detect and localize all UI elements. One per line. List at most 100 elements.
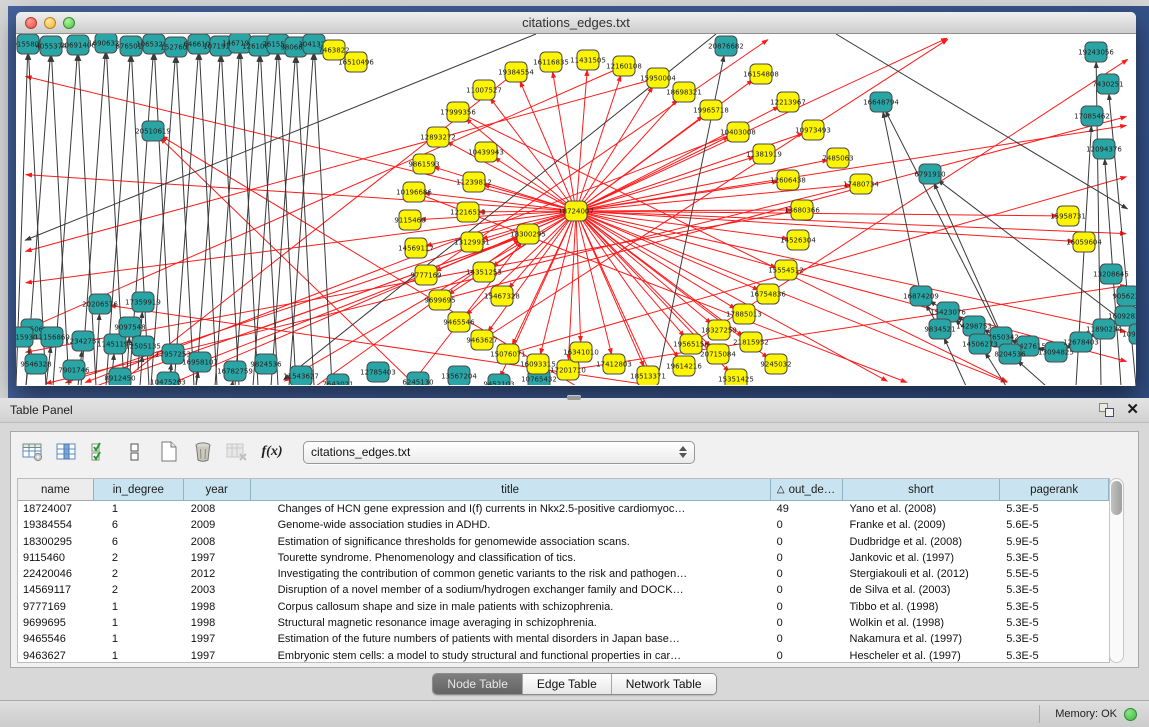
- graph-node[interactable]: [89, 294, 111, 314]
- table-row[interactable]: 1938455462009Genome-wide association stu…: [18, 517, 1109, 533]
- graph-node[interactable]: [95, 34, 117, 53]
- graph-node[interactable]: [1045, 342, 1067, 362]
- window-titlebar[interactable]: citations_edges.txt: [16, 12, 1136, 34]
- table-row[interactable]: 1872400712008Changes of HCN gene express…: [18, 501, 1109, 517]
- graph-node[interactable]: [565, 201, 587, 221]
- graph-node[interactable]: [229, 34, 251, 53]
- graph-edge[interactable]: [253, 54, 277, 385]
- graph-node[interactable]: [413, 154, 435, 174]
- graph-node[interactable]: [517, 224, 539, 244]
- graph-node[interactable]: [680, 334, 702, 354]
- graph-node[interactable]: [1129, 324, 1136, 344]
- graph-node[interactable]: [447, 102, 469, 122]
- graph-edge[interactable]: [576, 211, 711, 347]
- graph-node[interactable]: [415, 265, 437, 285]
- graph-edge[interactable]: [576, 75, 621, 211]
- graph-node[interactable]: [17, 34, 39, 54]
- graph-edge[interactable]: [576, 211, 1126, 332]
- graph-node[interactable]: [777, 92, 799, 112]
- graph-edge[interactable]: [576, 211, 768, 358]
- graph-node[interactable]: [791, 200, 813, 220]
- graph-node[interactable]: [327, 374, 349, 385]
- graph-node[interactable]: [40, 36, 62, 56]
- graph-node[interactable]: [999, 344, 1021, 364]
- graph-node[interactable]: [120, 36, 142, 56]
- graph-node[interactable]: [157, 372, 179, 385]
- graph-edge[interactable]: [576, 211, 711, 324]
- graph-edge[interactable]: [576, 80, 753, 211]
- graph-node[interactable]: [753, 144, 775, 164]
- graph-node[interactable]: [1057, 206, 1079, 226]
- graph-node[interactable]: [463, 172, 485, 192]
- column-header-year[interactable]: year: [184, 479, 251, 501]
- graph-edge[interactable]: [944, 338, 966, 385]
- table-row[interactable]: 911546021997Tourette syndrome. Phenomeno…: [18, 550, 1109, 566]
- graph-edge[interactable]: [484, 185, 576, 211]
- select-columns-icon[interactable]: [87, 438, 115, 466]
- graph-edge[interactable]: [315, 54, 332, 385]
- graph-node[interactable]: [750, 64, 772, 84]
- graph-node[interactable]: [727, 122, 749, 142]
- graph-node[interactable]: [603, 354, 625, 374]
- table-column-icon[interactable]: [53, 438, 81, 466]
- graph-node[interactable]: [637, 366, 659, 385]
- tab-edge-table[interactable]: Edge Table: [523, 674, 612, 694]
- graph-node[interactable]: [540, 52, 562, 72]
- graph-node[interactable]: [475, 142, 497, 162]
- graph-edge[interactable]: [215, 53, 239, 385]
- graph-node[interactable]: [870, 92, 892, 112]
- graph-node[interactable]: [132, 292, 154, 312]
- graph-node[interactable]: [255, 354, 277, 374]
- panel-splitter-handle[interactable]: [567, 395, 581, 400]
- graph-node[interactable]: [165, 37, 187, 57]
- close-panel-icon[interactable]: ✕: [1126, 403, 1139, 417]
- graph-node[interactable]: [715, 36, 737, 56]
- graph-node[interactable]: [41, 327, 63, 347]
- vertical-scrollbar[interactable]: [1109, 478, 1124, 663]
- graph-node[interactable]: [707, 344, 729, 364]
- graph-node[interactable]: [25, 354, 47, 374]
- function-builder-icon[interactable]: f(x): [257, 444, 287, 460]
- graph-node[interactable]: [577, 50, 599, 70]
- graph-edge[interactable]: [151, 57, 175, 385]
- table-row[interactable]: 977716911998Corpus callosum shape and si…: [18, 599, 1109, 615]
- graph-node[interactable]: [323, 40, 345, 60]
- graph-node[interactable]: [143, 34, 165, 54]
- table-row[interactable]: 1830029562008Estimation of significance …: [18, 534, 1109, 550]
- graph-node[interactable]: [1115, 306, 1136, 326]
- graph-node[interactable]: [473, 80, 495, 100]
- graph-node[interactable]: [109, 368, 131, 385]
- graph-node[interactable]: [647, 68, 669, 88]
- graph-node[interactable]: [802, 120, 824, 140]
- graph-node[interactable]: [457, 202, 479, 222]
- graph-node[interactable]: [929, 319, 951, 339]
- graph-edge[interactable]: [458, 112, 1007, 382]
- graph-node[interactable]: [740, 332, 762, 352]
- graph-node[interactable]: [497, 344, 519, 364]
- graph-node[interactable]: [367, 362, 389, 382]
- graph-node[interactable]: [16, 327, 33, 347]
- graph-edge[interactable]: [426, 211, 576, 246]
- graph-node[interactable]: [448, 312, 470, 332]
- graph-node[interactable]: [142, 121, 164, 141]
- column-header-short[interactable]: short: [843, 479, 1001, 501]
- column-header-pagerank[interactable]: pagerank: [1000, 479, 1109, 501]
- graph-node[interactable]: [132, 336, 154, 356]
- graph-node[interactable]: [403, 182, 425, 202]
- table-selector-dropdown[interactable]: citations_edges.txt: [303, 441, 695, 464]
- graph-node[interactable]: [733, 304, 755, 324]
- graph-node[interactable]: [1070, 332, 1092, 352]
- graph-node[interactable]: [399, 210, 421, 230]
- graph-node[interactable]: [162, 344, 184, 364]
- graph-edge[interactable]: [883, 112, 921, 296]
- graph-node[interactable]: [673, 82, 695, 102]
- graph-node[interactable]: [119, 317, 141, 337]
- graph-node[interactable]: [1117, 286, 1136, 306]
- table-settings-icon[interactable]: [19, 438, 47, 466]
- column-header-in_degree[interactable]: in_degree: [94, 479, 184, 501]
- tab-network-table[interactable]: Network Table: [612, 674, 716, 694]
- graph-node[interactable]: [787, 230, 809, 250]
- row-height-icon[interactable]: [121, 438, 149, 466]
- delete-rows-icon[interactable]: [189, 438, 217, 466]
- graph-node[interactable]: [827, 148, 849, 168]
